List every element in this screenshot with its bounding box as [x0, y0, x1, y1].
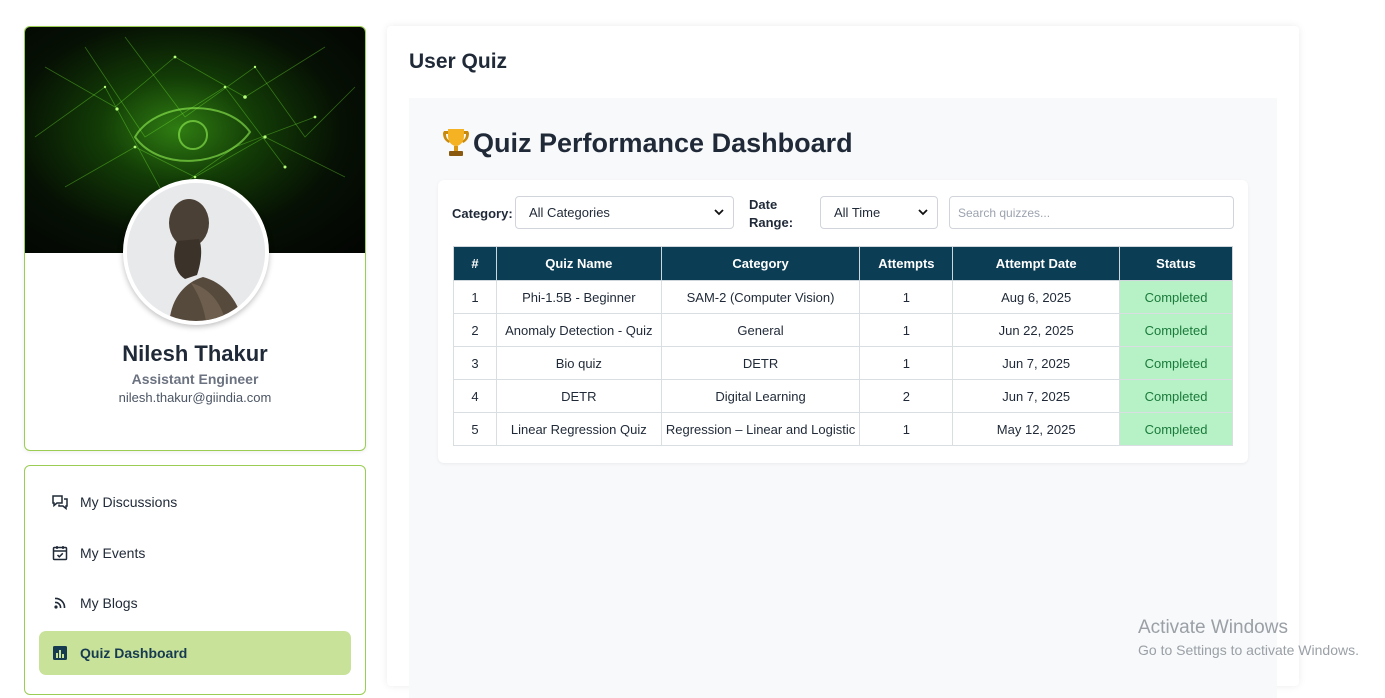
- cell-quiz-name: DETR: [495, 379, 662, 413]
- cell-attempts: 1: [859, 412, 954, 446]
- sidebar-item-label: My Discussions: [80, 494, 178, 510]
- status-badge: Completed: [1119, 280, 1233, 314]
- date-range-select-value: All Time: [834, 205, 881, 220]
- table-header-row: # Quiz Name Category Attempts Attempt Da…: [453, 246, 1233, 281]
- sidebar-nav: My Discussions My Events My Blogs Quiz D…: [24, 465, 366, 695]
- column-header[interactable]: #: [453, 246, 497, 281]
- status-badge: Completed: [1119, 346, 1233, 380]
- cell-quiz-name: Anomaly Detection - Quiz: [495, 313, 662, 347]
- quiz-panel: Category: All Categories Date Range: All…: [438, 180, 1248, 463]
- cell-attempt-date: Jun 22, 2025: [952, 313, 1121, 347]
- status-badge: Completed: [1119, 379, 1233, 413]
- cell-number: 1: [453, 280, 497, 314]
- chevron-down-icon: [917, 206, 929, 218]
- column-header[interactable]: Quiz Name: [495, 246, 662, 281]
- cell-category: SAM-2 (Computer Vision): [660, 280, 861, 314]
- table-row[interactable]: 3 Bio quiz DETR 1 Jun 7, 2025 Completed: [453, 346, 1233, 380]
- cell-attempts: 1: [859, 313, 954, 347]
- cell-number: 5: [453, 412, 497, 446]
- table-row[interactable]: 1 Phi-1.5B - Beginner SAM-2 (Computer Vi…: [453, 280, 1233, 314]
- column-header[interactable]: Attempts: [859, 246, 954, 281]
- date-range-select[interactable]: All Time: [820, 196, 938, 229]
- column-header[interactable]: Attempt Date: [952, 246, 1121, 281]
- cell-number: 4: [453, 379, 497, 413]
- cell-category: DETR: [660, 346, 861, 380]
- status-badge: Completed: [1119, 412, 1233, 446]
- dashboard-title-text: Quiz Performance Dashboard: [473, 127, 853, 158]
- sidebar-item-my-blogs[interactable]: My Blogs: [39, 581, 351, 625]
- cell-attempts: 1: [859, 280, 954, 314]
- date-range-label-line1: Date: [749, 197, 778, 212]
- cell-category: General: [660, 313, 861, 347]
- cell-number: 2: [453, 313, 497, 347]
- sidebar-item-my-events[interactable]: My Events: [39, 531, 351, 575]
- search-input[interactable]: Search quizzes...: [949, 196, 1234, 229]
- cell-number: 3: [453, 346, 497, 380]
- rss-icon: [51, 594, 69, 612]
- sidebar-item-quiz-dashboard[interactable]: Quiz Dashboard: [39, 631, 351, 675]
- sidebar-item-label: My Events: [80, 545, 146, 561]
- cell-attempt-date: Jun 7, 2025: [952, 346, 1121, 380]
- column-header[interactable]: Status: [1119, 246, 1233, 281]
- watermark-line1: Activate Windows: [1138, 617, 1288, 638]
- profile-card: Nilesh Thakur Assistant Engineer nilesh.…: [24, 26, 366, 451]
- sidebar-item-my-discussions[interactable]: My Discussions: [39, 480, 351, 524]
- date-range-label: Date Range:: [749, 196, 793, 232]
- profile-email: nilesh.thakur@giindia.com: [118, 390, 272, 405]
- dashboard-title: Quiz Performance Dashboard: [439, 126, 853, 160]
- dashboard-area: Quiz Performance Dashboard Category: All…: [409, 98, 1277, 698]
- column-header[interactable]: Category: [660, 246, 861, 281]
- trophy-icon: [439, 126, 473, 160]
- table-row[interactable]: 5 Linear Regression Quiz Regression – Li…: [453, 412, 1233, 446]
- cell-quiz-name: Phi-1.5B - Beginner: [495, 280, 662, 314]
- sidebar-item-label: My Blogs: [80, 595, 138, 611]
- category-select[interactable]: All Categories: [515, 196, 734, 229]
- page-title: User Quiz: [409, 50, 508, 73]
- profile-role: Assistant Engineer: [131, 371, 259, 387]
- cell-attempt-date: May 12, 2025: [952, 412, 1121, 446]
- cell-attempts: 1: [859, 346, 954, 380]
- avatar: [123, 179, 269, 325]
- table-row[interactable]: 2 Anomaly Detection - Quiz General 1 Jun…: [453, 313, 1233, 347]
- table-row[interactable]: 4 DETR Digital Learning 2 Jun 7, 2025 Co…: [453, 379, 1233, 413]
- cell-attempt-date: Jun 7, 2025: [952, 379, 1121, 413]
- watermark-line2: Go to Settings to activate Windows.: [1138, 642, 1359, 658]
- profile-name: Nilesh Thakur: [122, 341, 268, 366]
- cell-quiz-name: Linear Regression Quiz: [495, 412, 662, 446]
- date-range-label-line2: Range:: [749, 215, 794, 230]
- chevron-down-icon: [713, 206, 725, 218]
- cell-category: Regression – Linear and Logistic: [660, 412, 861, 446]
- category-select-value: All Categories: [529, 205, 610, 220]
- cell-attempts: 2: [859, 379, 954, 413]
- search-placeholder: Search quizzes...: [958, 205, 1051, 220]
- calendar-check-icon: [51, 544, 69, 562]
- bar-chart-icon: [51, 644, 69, 662]
- discussion-icon: [51, 493, 69, 511]
- category-label: Category:: [452, 206, 513, 221]
- main-content: User Quiz Quiz Performance Dashboard Cat…: [387, 26, 1299, 698]
- cell-category: Digital Learning: [660, 379, 861, 413]
- sidebar-item-label: Quiz Dashboard: [80, 645, 188, 661]
- activate-windows-watermark: Activate Windows Go to Settings to activ…: [1138, 617, 1359, 658]
- cell-attempt-date: Aug 6, 2025: [952, 280, 1121, 314]
- cell-quiz-name: Bio quiz: [495, 346, 662, 380]
- quiz-table: # Quiz Name Category Attempts Attempt Da…: [453, 246, 1233, 446]
- status-badge: Completed: [1119, 313, 1233, 347]
